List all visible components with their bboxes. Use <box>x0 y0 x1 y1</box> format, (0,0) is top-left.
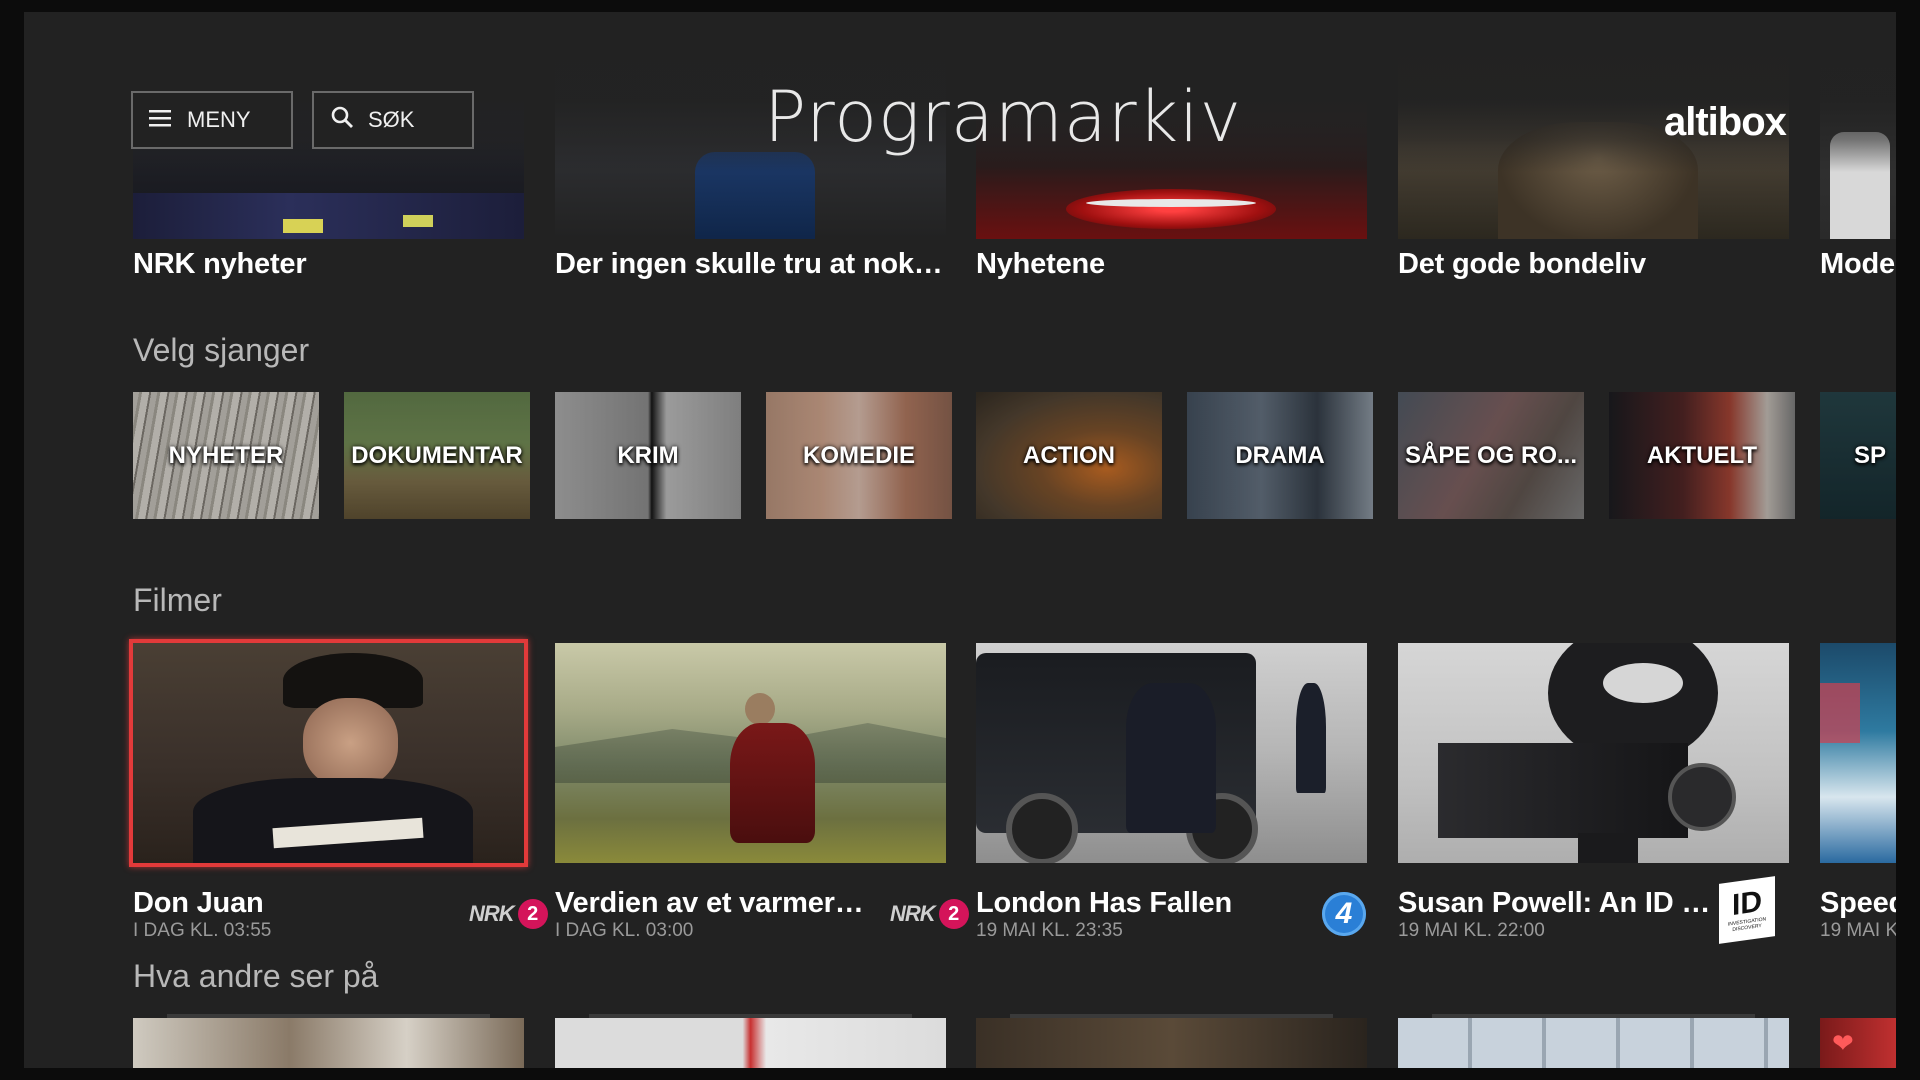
film-thumb-susan-powell[interactable] <box>1398 643 1789 863</box>
films-section-label: Filmer <box>133 582 222 618</box>
search-button[interactable]: SØK <box>312 91 474 149</box>
film-time-3: 19 MAI KL. 22:00 <box>1398 920 1545 941</box>
others-thumb-4[interactable]: ❤ <box>1820 1018 1896 1068</box>
genre-dokumentar[interactable]: DOKUMENTAR <box>344 392 530 519</box>
film-time-2: 19 MAI KL. 23:35 <box>976 920 1123 941</box>
search-icon <box>330 105 354 135</box>
nrk-logo-icon: NRK <box>890 901 936 926</box>
others-thumb-0[interactable] <box>133 1018 524 1068</box>
tv4-channel-icon: 4 <box>1322 892 1366 936</box>
genre-sape-og-romantikk[interactable]: SÅPE OG RO... <box>1398 392 1584 519</box>
top-title-1: Der ingen skulle tru at nokon ... <box>555 248 946 280</box>
menu-label: MENY <box>187 107 251 132</box>
id-investigation-discovery-icon: ID INVESTIGATION DISCOVERY <box>1719 876 1775 944</box>
top-title-4: Moder <box>1820 248 1896 280</box>
film-title-1: Verdien av et varmere ... <box>555 887 875 919</box>
focus-highlight <box>129 639 528 867</box>
altibox-logo: altibox <box>1664 100 1787 144</box>
page-title: Programarkiv <box>764 76 1243 158</box>
film-title-0: Don Juan <box>133 887 264 919</box>
genres-section-label: Velg sjanger <box>133 332 310 368</box>
screen: MENY SØK Programarkiv altibox NRK nyhete… <box>24 12 1896 1068</box>
genre-drama[interactable]: DRAMA <box>1187 392 1373 519</box>
genre-komedie[interactable]: KOMEDIE <box>766 392 952 519</box>
film-time-0: I DAG KL. 03:55 <box>133 920 272 941</box>
top-title-3: Det gode bondeliv <box>1398 248 1646 280</box>
nrk-logo-icon: NRK <box>469 901 515 926</box>
menu-button[interactable]: MENY <box>131 91 293 149</box>
heart-icon: ❤ <box>1832 1028 1854 1058</box>
genre-action[interactable]: ACTION <box>976 392 1162 519</box>
genre-krim[interactable]: KRIM <box>555 392 741 519</box>
film-title-4: Speed <box>1820 887 1896 919</box>
nrk2-badge-1: NRK 2 <box>890 899 969 929</box>
film-thumb-london-has-fallen[interactable] <box>976 643 1367 863</box>
hamburger-icon <box>149 107 171 133</box>
film-time-4: 19 MAI K <box>1820 920 1896 941</box>
film-thumb-verdien[interactable] <box>555 643 946 863</box>
top-title-2: Nyhetene <box>976 248 1105 280</box>
film-time-1: I DAG KL. 03:00 <box>555 920 694 941</box>
top-title-0: NRK nyheter <box>133 248 307 280</box>
others-thumb-1[interactable] <box>555 1018 946 1068</box>
genre-sport[interactable]: SP <box>1820 392 1896 519</box>
nrk-channel-number: 2 <box>938 899 969 929</box>
search-label: SØK <box>368 107 415 132</box>
others-section-label: Hva andre ser på <box>133 958 379 994</box>
film-title-3: Susan Powell: An ID M... <box>1398 887 1718 919</box>
nrk-channel-number: 2 <box>517 899 548 929</box>
others-thumb-2[interactable] <box>976 1018 1367 1068</box>
nrk2-badge-0: NRK 2 <box>469 899 548 929</box>
genre-nyheter[interactable]: NYHETER <box>133 392 319 519</box>
film-title-2: London Has Fallen <box>976 887 1232 919</box>
film-thumb-speed[interactable] <box>1820 643 1896 863</box>
others-thumb-3[interactable] <box>1398 1018 1789 1068</box>
genre-aktuelt[interactable]: AKTUELT <box>1609 392 1795 519</box>
